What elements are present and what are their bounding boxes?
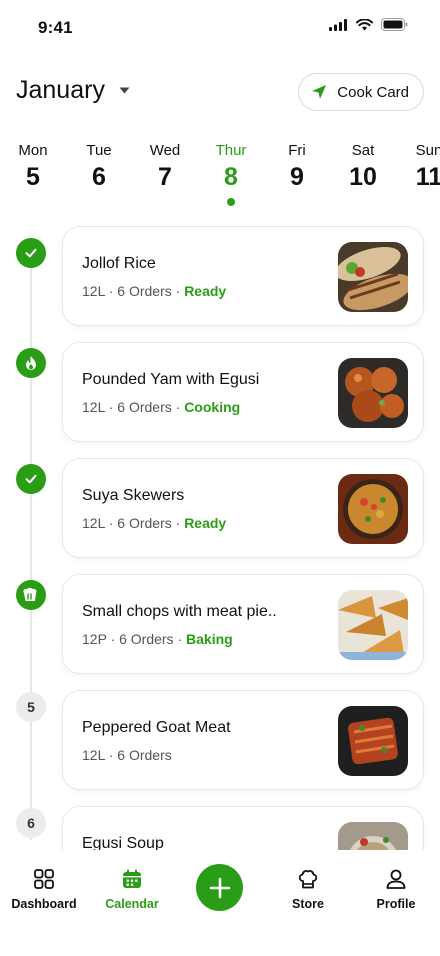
order-meta: 12L · 6 Orders · Ready xyxy=(82,515,226,531)
order-details: 12L · 6 Orders xyxy=(82,747,172,763)
order-card[interactable]: Suya Skewers 12L · 6 Orders · Ready xyxy=(62,458,424,558)
battery-icon xyxy=(381,18,408,31)
order-card[interactable]: Small chops with meat pie.. 12P · 6 Orde… xyxy=(62,574,424,674)
order-card[interactable]: Jollof Rice 12L · 6 Orders · Ready xyxy=(62,226,424,326)
status-icons xyxy=(329,18,408,31)
order-details: 12P · 6 Orders · xyxy=(82,631,187,647)
day-name: Thur xyxy=(215,142,247,159)
day-number: 9 xyxy=(290,163,304,191)
status-marker-cooking xyxy=(16,348,46,378)
sequence-marker: 6 xyxy=(16,808,46,838)
order-status: Ready xyxy=(184,515,227,531)
week-strip: Mon 5 Tue 6 Wed 7 Thur 8 Fri 9 Sat 10 Su… xyxy=(0,142,440,210)
order-name: Jollof Rice xyxy=(82,255,156,272)
bread-icon xyxy=(23,587,37,601)
day-number: 6 xyxy=(92,163,106,191)
order-card[interactable]: Peppered Goat Meat 12L · 6 Orders xyxy=(62,690,424,790)
day-thur-selected[interactable]: Thur 8 xyxy=(201,142,261,206)
order-name: Suya Skewers xyxy=(82,487,185,504)
day-name: Fri xyxy=(288,142,306,159)
order-card[interactable]: Pounded Yam with Egusi 12L · 6 Orders · … xyxy=(62,342,424,442)
day-number: 10 xyxy=(349,163,377,191)
plus-icon xyxy=(209,877,230,898)
caret-down-icon xyxy=(119,87,130,94)
status-time: 9:41 xyxy=(38,18,73,37)
day-tue[interactable]: Tue 6 xyxy=(69,142,129,192)
nav-label: Profile xyxy=(376,897,416,911)
order-name: Small chops with meat pie.. xyxy=(82,603,277,620)
food-thumbnail xyxy=(338,358,408,428)
food-thumbnail xyxy=(338,590,408,660)
flame-icon xyxy=(26,356,36,370)
day-mon[interactable]: Mon 5 xyxy=(3,142,63,192)
food-thumbnail xyxy=(338,242,408,312)
nav-label: Store xyxy=(292,897,324,911)
timeline-line xyxy=(30,240,32,840)
nav-profile[interactable]: Profile xyxy=(352,867,440,911)
chef-hat-icon xyxy=(298,870,318,889)
nav-label: Dashboard xyxy=(11,897,77,911)
nav-dashboard[interactable]: Dashboard xyxy=(0,867,88,911)
day-number: 7 xyxy=(158,163,172,191)
cook-card-button[interactable]: Cook Card xyxy=(298,73,424,111)
day-fri[interactable]: Fri 9 xyxy=(267,142,327,192)
order-meta: 12L · 6 Orders xyxy=(82,747,172,763)
selected-day-dot xyxy=(227,198,235,206)
cook-card-label: Cook Card xyxy=(337,83,409,101)
day-number: 8 xyxy=(224,163,238,191)
day-sun[interactable]: Sun 11 xyxy=(399,142,440,192)
order-details: 12L · 6 Orders · xyxy=(82,283,185,299)
add-order-button[interactable] xyxy=(196,864,243,911)
day-number: 11 xyxy=(415,163,440,191)
nav-store[interactable]: Store xyxy=(264,867,352,911)
day-sat[interactable]: Sat 10 xyxy=(333,142,393,192)
order-meta: 12L · 6 Orders · Cooking xyxy=(82,399,240,415)
check-icon xyxy=(25,248,37,258)
signal-icon xyxy=(329,18,347,31)
calendar-icon xyxy=(123,869,141,888)
food-thumbnail xyxy=(338,474,408,544)
user-icon xyxy=(386,869,406,889)
check-icon xyxy=(25,474,37,484)
order-status: Baking xyxy=(186,631,233,647)
order-name: Peppered Goat Meat xyxy=(82,719,231,736)
wifi-icon xyxy=(356,18,373,30)
order-meta: 12L · 6 Orders · Ready xyxy=(82,283,226,299)
order-name: Pounded Yam with Egusi xyxy=(82,371,260,388)
day-name: Wed xyxy=(149,142,181,159)
navigation-arrow-icon xyxy=(312,85,327,99)
order-meta: 12P · 6 Orders · Baking xyxy=(82,631,233,647)
day-name: Sun xyxy=(415,142,440,159)
month-title: January xyxy=(16,76,105,104)
bottom-navigation: Dashboard Calendar Store Profile xyxy=(0,850,440,956)
nav-label: Calendar xyxy=(105,897,159,911)
order-status: Ready xyxy=(184,283,227,299)
status-marker-baking xyxy=(16,580,46,610)
food-thumbnail xyxy=(338,706,408,776)
status-marker-ready xyxy=(16,464,46,494)
nav-calendar[interactable]: Calendar xyxy=(88,867,176,911)
order-status: Cooking xyxy=(184,399,241,415)
status-bar: 9:41 xyxy=(0,0,440,56)
day-wed[interactable]: Wed 7 xyxy=(135,142,195,192)
order-details: 12L · 6 Orders · xyxy=(82,515,185,531)
day-number: 5 xyxy=(26,163,40,191)
sequence-marker: 5 xyxy=(16,692,46,722)
day-name: Sat xyxy=(351,142,375,159)
month-selector[interactable]: January xyxy=(16,76,130,105)
day-name: Mon xyxy=(18,142,48,159)
order-details: 12L · 6 Orders · xyxy=(82,399,185,415)
grid-icon xyxy=(34,869,54,889)
status-marker-ready xyxy=(16,238,46,268)
day-name: Tue xyxy=(86,142,112,159)
